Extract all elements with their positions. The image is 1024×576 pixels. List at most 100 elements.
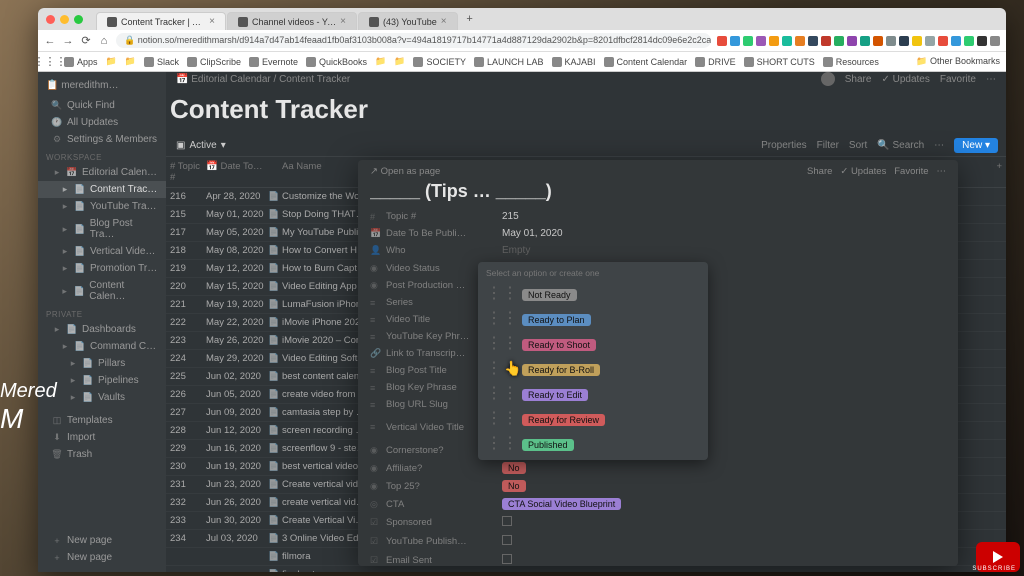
settings-members[interactable]: ⚙Settings & Members	[38, 131, 166, 148]
extension-icon[interactable]	[886, 36, 896, 46]
bookmark-item[interactable]: Content Calendar	[604, 56, 688, 67]
sidebar-item[interactable]: ▸📄Vertical Vide…	[38, 243, 166, 260]
extension-icon[interactable]	[821, 36, 831, 46]
extension-icon[interactable]	[951, 36, 961, 46]
close-icon[interactable]: ×	[209, 16, 215, 27]
sidebar-item[interactable]: ▸📄YouTube Tra…	[38, 198, 166, 215]
dropdown-option[interactable]: ⋮⋮Ready to Edit	[482, 381, 704, 405]
property-row[interactable]: #Topic #215	[370, 208, 946, 225]
share-button[interactable]: Share	[807, 166, 832, 177]
panel-title[interactable]: _____ (Tips … _____)	[370, 181, 946, 202]
bookmark-item[interactable]: QuickBooks	[306, 56, 367, 67]
bookmark-item[interactable]: 📁	[375, 56, 386, 67]
checkbox[interactable]	[502, 535, 512, 545]
share-button[interactable]: Share	[845, 74, 872, 85]
extension-icon[interactable]	[860, 36, 870, 46]
property-value[interactable]	[502, 535, 946, 548]
new-page-button[interactable]: +New page	[38, 532, 166, 549]
bookmark-item[interactable]: 📁	[106, 56, 117, 67]
bookmark-item[interactable]: DRIVE	[695, 56, 736, 67]
bookmark-item[interactable]: Slack	[144, 56, 179, 67]
browser-tab[interactable]: (43) YouTube×	[358, 12, 458, 30]
window-maximize[interactable]	[74, 15, 83, 24]
bookmark-item[interactable]: SHORT CUTS	[744, 56, 815, 67]
property-value[interactable]: Empty	[502, 245, 946, 256]
extension-icon[interactable]	[912, 36, 922, 46]
url-field[interactable]: 🔒 notion.so/meredithmarsh/d914a7d47ab14f…	[116, 33, 711, 48]
property-value[interactable]	[502, 516, 946, 529]
property-value[interactable]: No	[502, 462, 946, 474]
open-as-page[interactable]: ↗ Open as page	[370, 166, 440, 177]
bookmark-item[interactable]: ClipScribe	[187, 56, 241, 67]
favorite-button[interactable]: Favorite	[940, 74, 976, 85]
property-row[interactable]: ☑Sponsored	[370, 513, 946, 532]
reload-button[interactable]: ⟳	[80, 35, 92, 47]
search-button[interactable]: 🔍 Search	[877, 140, 924, 151]
dropdown-option[interactable]: ⋮⋮Ready to Plan	[482, 306, 704, 330]
updates-button[interactable]: ✓ Updates	[881, 74, 929, 85]
new-button[interactable]: New ▾	[954, 138, 998, 153]
trash[interactable]: 🗑Trash	[38, 446, 166, 463]
property-value[interactable]: 215	[502, 211, 946, 222]
bookmark-item[interactable]: 📁	[125, 56, 136, 67]
bookmark-item[interactable]: LAUNCH LAB	[474, 56, 544, 67]
column-header[interactable]: 📅 Date To…	[206, 161, 268, 183]
favorite-button[interactable]: Favorite	[894, 166, 928, 177]
table-row[interactable]: 📄final cut pro	[166, 566, 1006, 572]
dropdown-option[interactable]: ⋮⋮Not Ready	[482, 281, 704, 305]
quick-find[interactable]: 🔍Quick Find	[38, 97, 166, 114]
home-button[interactable]: ⌂	[98, 35, 110, 47]
sidebar-item[interactable]: ▸📄Dashboards	[38, 321, 166, 338]
property-value[interactable]: No	[502, 480, 946, 492]
property-row[interactable]: 👤WhoEmpty	[370, 242, 946, 259]
extension-icon[interactable]	[795, 36, 805, 46]
more-menu[interactable]: ⋯	[937, 166, 947, 177]
sidebar-item[interactable]: ▸📄Content Trac…	[38, 181, 166, 198]
more-menu[interactable]: ⋯	[986, 74, 996, 85]
window-close[interactable]	[46, 15, 55, 24]
extension-icon[interactable]	[808, 36, 818, 46]
extension-icon[interactable]	[743, 36, 753, 46]
view-selector[interactable]: ▣ Active ▾	[170, 137, 232, 154]
bookmark-item[interactable]: Resources	[823, 56, 879, 67]
extension-icon[interactable]	[730, 36, 740, 46]
extension-icon[interactable]	[717, 36, 727, 46]
add-column[interactable]: +	[982, 161, 1002, 183]
page-title[interactable]: Content Tracker	[166, 94, 1006, 133]
avatar[interactable]	[821, 72, 835, 86]
property-value[interactable]: CTA Social Video Blueprint	[502, 498, 946, 510]
property-value[interactable]: May 01, 2020	[502, 228, 946, 239]
updates-button[interactable]: ✓ Updates	[840, 166, 886, 177]
extension-icon[interactable]	[756, 36, 766, 46]
workspace-switcher[interactable]: 📋 meredithm…	[38, 78, 166, 93]
back-button[interactable]: ←	[44, 35, 56, 47]
extension-icon[interactable]	[769, 36, 779, 46]
browser-tab[interactable]: Channel videos - YouTube St…×	[227, 12, 357, 30]
properties-button[interactable]: Properties	[761, 140, 807, 151]
extension-icon[interactable]	[990, 36, 1000, 46]
browser-tab[interactable]: Content Tracker | Active×	[96, 12, 226, 30]
property-value[interactable]	[502, 554, 946, 566]
bookmark-item[interactable]: KAJABI	[552, 56, 596, 67]
extension-icon[interactable]	[925, 36, 935, 46]
property-row[interactable]: ◉Top 25?No	[370, 477, 946, 495]
sidebar-item[interactable]: ▸📄Blog Post Tra…	[38, 215, 166, 243]
sidebar-item[interactable]: ▸📅Editorial Calen…	[38, 164, 166, 181]
property-row[interactable]: ☑Email Sent	[370, 551, 946, 566]
close-icon[interactable]: ×	[340, 16, 346, 27]
new-page-button-2[interactable]: +New page	[38, 549, 166, 566]
extension-icon[interactable]	[964, 36, 974, 46]
breadcrumb[interactable]: Editorial Calendar	[191, 74, 271, 85]
bookmark-item[interactable]: SOCIETY	[413, 56, 466, 67]
apps-button[interactable]: ⋮⋮⋮	[44, 56, 56, 68]
forward-button[interactable]: →	[62, 35, 74, 47]
other-bookmarks[interactable]: 📁 Other Bookmarks	[916, 56, 1000, 67]
bookmark-item[interactable]: Evernote	[249, 56, 298, 67]
templates[interactable]: ◫Templates	[38, 412, 166, 429]
property-row[interactable]: ☑YouTube Publish…	[370, 532, 946, 551]
property-row[interactable]: ◉Affiliate?No	[370, 459, 946, 477]
sidebar-item[interactable]: ▸📄Command C…	[38, 338, 166, 355]
sidebar-item[interactable]: ▸📄Content Calen…	[38, 277, 166, 305]
import[interactable]: ⬇Import	[38, 429, 166, 446]
close-icon[interactable]: ×	[441, 16, 447, 27]
